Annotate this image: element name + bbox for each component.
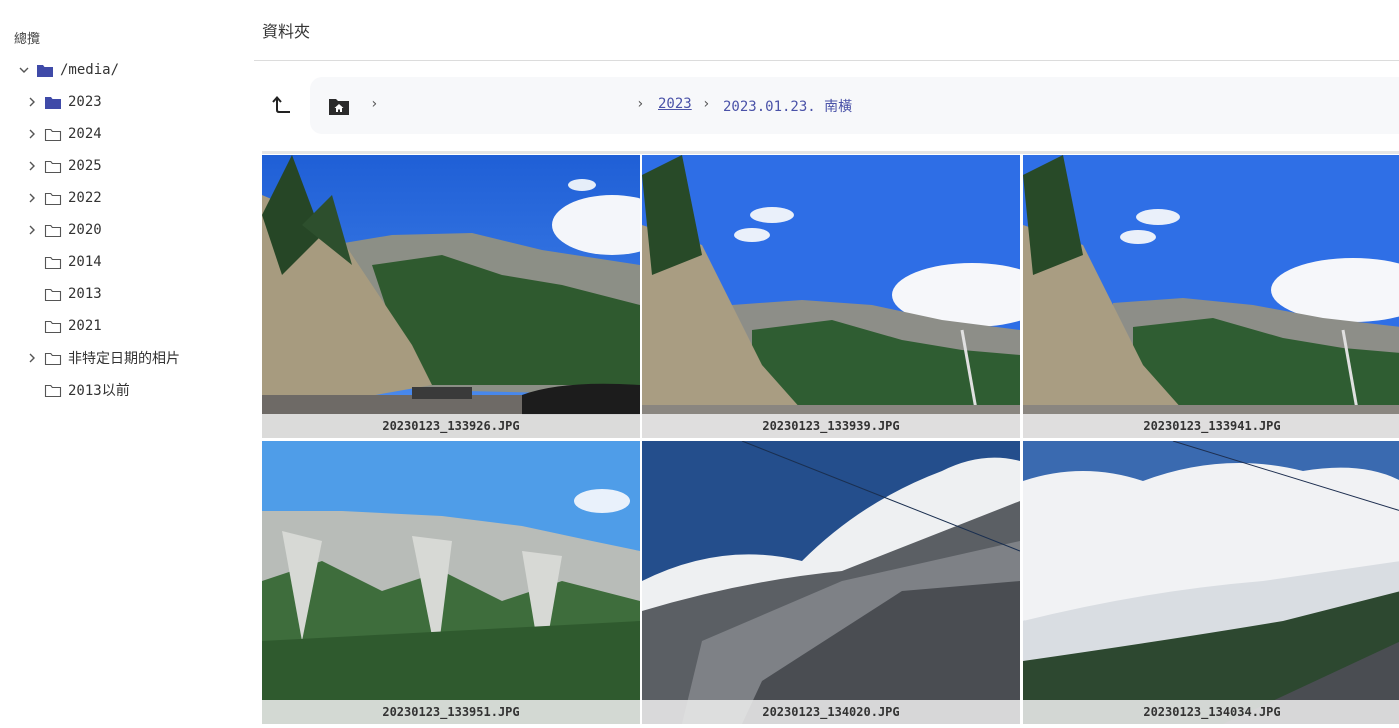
tree-item-label: 2020 [68, 222, 102, 238]
folder-icon [44, 159, 62, 174]
tree-item-label: 2024 [68, 126, 102, 142]
tree-item-label: 2022 [68, 190, 102, 206]
tree-item-2022[interactable]: 2022 [26, 184, 102, 212]
tree-item-undated-photos[interactable]: 非特定日期的相片 [26, 344, 180, 372]
grid-top-border [262, 151, 1399, 154]
tree-item-label: 2014 [68, 254, 102, 270]
photo-filename: 20230123_133926.JPG [262, 414, 640, 438]
level-up-icon[interactable] [270, 94, 292, 116]
breadcrumb-separator: › [636, 96, 645, 112]
tree-item-2023[interactable]: 2023 [26, 88, 102, 116]
photo-thumbnail [1023, 441, 1399, 724]
photo-tile[interactable]: 20230123_134020.JPG [642, 441, 1020, 724]
home-folder-icon[interactable] [328, 96, 350, 116]
photo-filename: 20230123_134034.JPG [1023, 700, 1399, 724]
tree-item-label: 2023 [68, 94, 102, 110]
photo-tile[interactable]: 20230123_133951.JPG [262, 441, 640, 724]
photo-tile[interactable]: 20230123_133926.JPG [262, 155, 640, 438]
photo-filename: 20230123_134020.JPG [642, 700, 1020, 724]
tree-item-2020[interactable]: 2020 [26, 216, 102, 244]
photo-tile[interactable]: 20230123_133941.JPG [1023, 155, 1399, 438]
breadcrumb-current: 2023.01.23. 南橫 [723, 99, 853, 115]
photo-thumbnail [262, 155, 640, 438]
folder-icon [44, 95, 62, 110]
tree-item-2014[interactable]: 2014 [44, 248, 102, 276]
photo-thumbnail [642, 155, 1020, 438]
tree-item-label: 2013 [68, 286, 102, 302]
folder-icon [44, 127, 62, 142]
chevron-right-icon[interactable] [26, 192, 38, 204]
chevron-right-icon[interactable] [26, 352, 38, 364]
tree-item-label: 非特定日期的相片 [68, 351, 180, 367]
breadcrumb-link-2023[interactable]: 2023 [658, 96, 692, 112]
folder-icon [44, 223, 62, 238]
photo-filename: 20230123_133939.JPG [642, 414, 1020, 438]
folder-icon [44, 287, 62, 302]
photo-tile[interactable]: 20230123_134034.JPG [1023, 441, 1399, 724]
breadcrumb-separator: › [702, 96, 711, 112]
chevron-right-icon[interactable] [26, 224, 38, 236]
folder-icon [44, 191, 62, 206]
folder-icon [44, 319, 62, 334]
tree-item-2013[interactable]: 2013 [44, 280, 102, 308]
chevron-right-icon[interactable] [26, 128, 38, 140]
sidebar-title: 總攬 [14, 32, 41, 47]
chevron-right-icon[interactable] [26, 160, 38, 172]
chevron-right-icon[interactable] [26, 96, 38, 108]
sidebar: 總攬 /media/ 2023 2024 2025 2022 2020 2014… [0, 0, 254, 728]
breadcrumb-separator: › [370, 96, 379, 112]
tree-item-media[interactable]: /media/ [18, 56, 119, 84]
folder-icon [36, 63, 54, 78]
tree-item-label: /media/ [60, 62, 120, 78]
photo-filename: 20230123_133941.JPG [1023, 414, 1399, 438]
tree-item-2024[interactable]: 2024 [26, 120, 102, 148]
main-content: 資料夾 › › 2023 › 2023.01.23. 南橫 20230123_1… [254, 0, 1399, 728]
photo-thumbnail [642, 441, 1020, 724]
photo-thumbnail [262, 441, 640, 724]
photo-filename: 20230123_133951.JPG [262, 700, 640, 724]
tree-item-before-2013[interactable]: 2013以前 [44, 376, 130, 404]
folder-icon [44, 255, 62, 270]
tree-item-label: 2013以前 [68, 383, 130, 399]
tree-item-2021[interactable]: 2021 [44, 312, 102, 340]
header-divider [254, 60, 1399, 61]
photo-tile[interactable]: 20230123_133939.JPG [642, 155, 1020, 438]
chevron-down-icon[interactable] [18, 64, 30, 76]
tree-item-label: 2021 [68, 318, 102, 334]
tree-item-label: 2025 [68, 158, 102, 174]
breadcrumb: › › 2023 › 2023.01.23. 南橫 [310, 77, 1399, 134]
photo-thumbnail [1023, 155, 1399, 438]
tree-item-2025[interactable]: 2025 [26, 152, 102, 180]
folder-icon [44, 383, 62, 398]
folder-icon [44, 351, 62, 366]
page-title: 資料夾 [262, 22, 311, 41]
